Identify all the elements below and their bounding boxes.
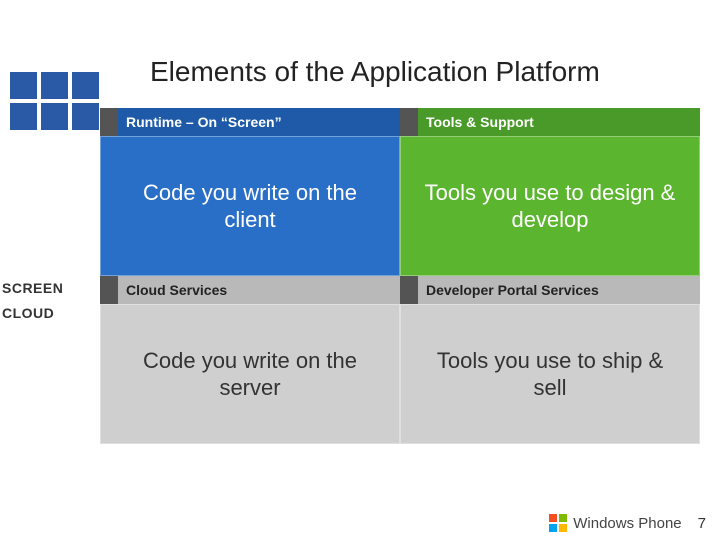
tab-stub — [400, 108, 418, 136]
brand-badge: Windows Phone — [549, 514, 681, 532]
cell-server-code: Code you write on the server — [100, 304, 400, 444]
brand-label: Windows Phone — [573, 515, 681, 532]
cell-client-code: Code you write on the client — [100, 136, 400, 276]
side-label-screen: SCREEN — [2, 280, 63, 296]
tab-developer-portal: Developer Portal Services — [400, 276, 700, 304]
tab-stub — [400, 276, 418, 304]
tab-runtime: Runtime – On “Screen” — [100, 108, 400, 136]
page-number: 7 — [698, 515, 706, 532]
windows-icon — [549, 514, 567, 532]
tab-label-cloud: Cloud Services — [118, 276, 400, 304]
tab-cloud-services: Cloud Services — [100, 276, 400, 304]
page-title: Elements of the Application Platform — [150, 56, 600, 88]
grid-icon — [10, 72, 99, 130]
tab-stub — [100, 276, 118, 304]
tab-label-tools: Tools & Support — [418, 108, 700, 136]
tab-tools: Tools & Support — [400, 108, 700, 136]
tab-label-portal: Developer Portal Services — [418, 276, 700, 304]
cell-design-tools: Tools you use to design & develop — [400, 136, 700, 276]
platform-grid: Runtime – On “Screen” Tools & Support Co… — [100, 108, 700, 444]
footer: Windows Phone 7 — [549, 514, 706, 532]
tab-label-runtime: Runtime – On “Screen” — [118, 108, 400, 136]
cell-ship-tools: Tools you use to ship & sell — [400, 304, 700, 444]
side-label-cloud: CLOUD — [2, 305, 54, 321]
tab-stub — [100, 108, 118, 136]
